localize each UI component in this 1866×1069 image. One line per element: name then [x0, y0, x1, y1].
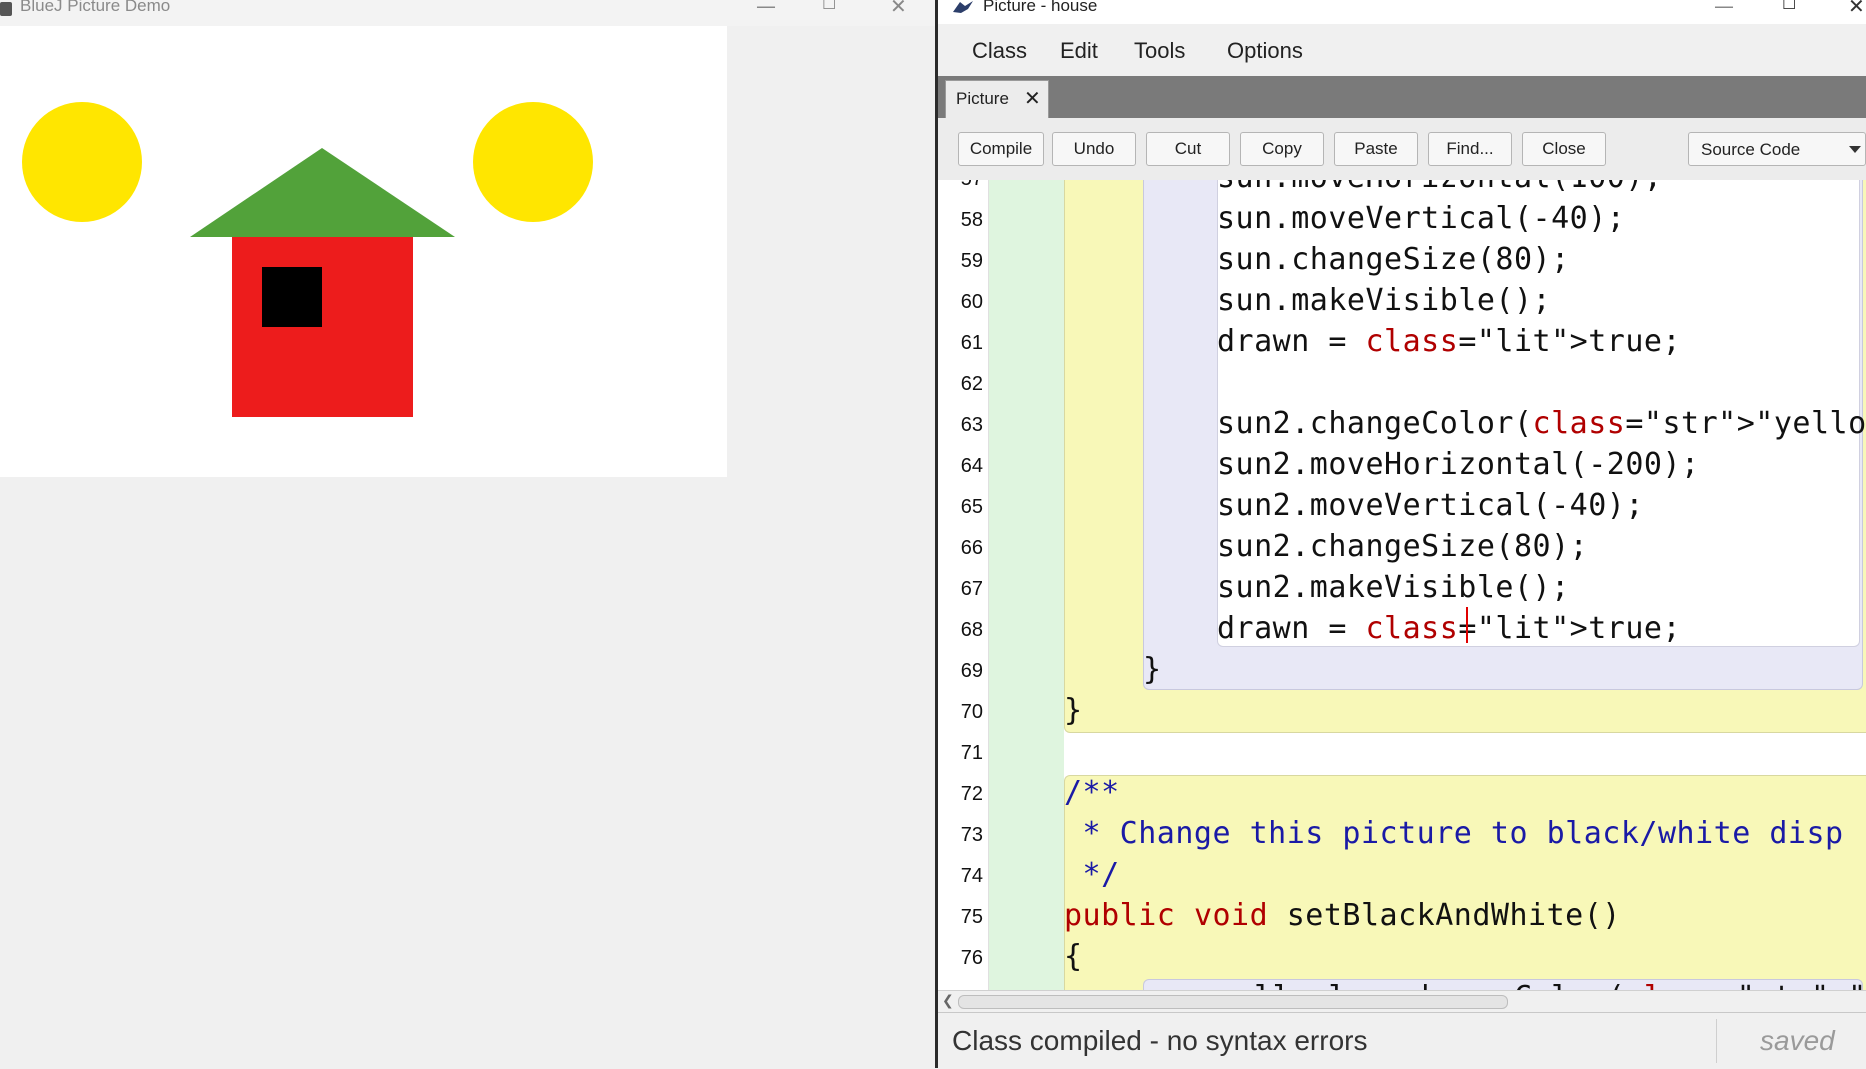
line-number: 63 [960, 414, 983, 436]
code-line: sun.moveHorizontal(100); [1217, 180, 1662, 195]
code-line: drawn = class="lit">true; [1217, 324, 1682, 359]
save-status: saved [1760, 1025, 1835, 1056]
status-divider [1716, 1019, 1717, 1063]
line-number: 64 [960, 455, 983, 477]
line-number: 62 [960, 373, 983, 395]
menu-tools[interactable]: Tools [1134, 38, 1185, 64]
minimize-icon[interactable]: — [756, 0, 776, 18]
view-select-label: Source Code [1701, 140, 1801, 159]
text-cursor [1466, 607, 1468, 643]
menu-class[interactable]: Class [972, 38, 1027, 64]
tab-picture[interactable]: Picture ✕ [945, 80, 1049, 118]
menu-edit[interactable]: Edit [1060, 38, 1098, 64]
code-line: sun2.changeColor(class="str">"yellow"); [1217, 406, 1866, 441]
line-number: 68 [960, 619, 983, 641]
tab-picture-label: Picture [956, 89, 1009, 108]
code-line: sun.changeSize(80); [1217, 242, 1570, 277]
demo-window-title: BlueJ Picture Demo [20, 0, 171, 15]
menu-options[interactable]: Options [1227, 38, 1303, 64]
maximize-icon[interactable]: ☐ [822, 0, 836, 16]
compile-button[interactable]: Compile [958, 132, 1044, 166]
line-number: 60 [960, 291, 983, 313]
line-number: 65 [960, 496, 983, 518]
house-window [262, 267, 322, 327]
code-line: public void setBlackAndWhite() [1064, 898, 1621, 933]
demo-titlebar: BlueJ Picture Demo — ☐ ✕ [0, 0, 935, 26]
menubar: Class Edit Tools Options [938, 24, 1866, 76]
bluej-bird-icon [953, 1, 973, 13]
line-number: 69 [960, 660, 983, 682]
picture-demo-window: BlueJ Picture Demo — ☐ ✕ [0, 0, 935, 1068]
undo-button[interactable]: Undo [1052, 132, 1136, 166]
editor-close-icon[interactable]: ✕ [1848, 0, 1865, 18]
line-number: 74 [960, 865, 983, 887]
house-wall [232, 237, 413, 417]
code-line: * Change this picture to black/white dis… [1064, 816, 1844, 851]
line-number: 66 [960, 537, 983, 559]
line-number: 70 [960, 701, 983, 723]
line-number: 61 [960, 332, 983, 354]
horizontal-scrollbar[interactable]: ❮ [938, 990, 1866, 1013]
code-line: sun.moveVertical(-40); [1217, 201, 1626, 236]
sun-right [473, 102, 593, 222]
code-line: sun2.changeSize(80); [1217, 529, 1589, 564]
code-line: sun2.moveHorizontal(-200); [1217, 447, 1700, 482]
tab-bar: Picture ✕ [938, 76, 1866, 118]
cut-button[interactable]: Cut [1146, 132, 1230, 166]
code-line: sun.makeVisible(); [1217, 283, 1552, 318]
line-number: 71 [960, 742, 983, 764]
find-button[interactable]: Find... [1428, 132, 1512, 166]
scrollbar-thumb[interactable] [958, 995, 1508, 1009]
line-number: 67 [960, 578, 983, 600]
close-icon[interactable]: ✕ [890, 0, 907, 18]
sun-left [22, 102, 142, 222]
code-line: { [1064, 939, 1083, 974]
code-line: sun2.makeVisible(); [1217, 570, 1570, 605]
code-editor[interactable]: 57 58 59 60 61 62 63 64 65 66 67 68 69 70 71 72 73 74 75 76… [938, 180, 1866, 990]
picture-drawing [22, 102, 593, 417]
editor-maximize-icon[interactable]: ☐ [1782, 0, 1796, 16]
dropdown-arrow-icon [1849, 146, 1861, 153]
house-roof [190, 148, 455, 237]
line-number: 72 [960, 783, 983, 805]
code-line: */ [1064, 857, 1120, 892]
line-number: 57 [938, 180, 983, 191]
scroll-left-arrow-icon[interactable]: ❮ [942, 993, 954, 1009]
status-message: Class compiled - no syntax errors [952, 1025, 1368, 1056]
bluej-app-icon [0, 2, 12, 16]
line-number: 76 [960, 947, 983, 969]
copy-button[interactable]: Copy [1240, 132, 1324, 166]
tab-close-icon[interactable]: ✕ [1024, 86, 1041, 110]
editor-window: Picture - house — ☐ ✕ Class Edit Tools O… [935, 0, 1866, 1069]
editor-toolbar: Compile Undo Cut Copy Paste Find... Clos… [938, 118, 1866, 181]
code-line: drawn = class="lit">true; [1217, 611, 1682, 646]
close-button[interactable]: Close [1522, 132, 1606, 166]
gutter-scope-strip [989, 180, 1064, 990]
line-number: 75 [960, 906, 983, 928]
editor-window-title: Picture - house [983, 0, 1098, 15]
line-number: 59 [960, 250, 983, 272]
code-line: wallcolor.changeColor(class="str">"black… [1217, 980, 1866, 990]
code-line: /** [1064, 775, 1120, 810]
drawing-canvas [0, 26, 727, 477]
code-line: } [1143, 652, 1162, 687]
editor-minimize-icon[interactable]: — [1714, 0, 1734, 18]
code-line: } [1064, 693, 1083, 728]
view-select[interactable]: Source Code [1688, 132, 1866, 166]
class-scope-bottom [1064, 775, 1866, 990]
line-number: 73 [960, 824, 983, 846]
code-line: sun2.moveVertical(-40); [1217, 488, 1644, 523]
status-bar: Class compiled - no syntax errors saved [938, 1012, 1866, 1069]
paste-button[interactable]: Paste [1334, 132, 1418, 166]
editor-titlebar: Picture - house — ☐ ✕ [938, 0, 1866, 24]
line-number: 58 [960, 209, 983, 231]
